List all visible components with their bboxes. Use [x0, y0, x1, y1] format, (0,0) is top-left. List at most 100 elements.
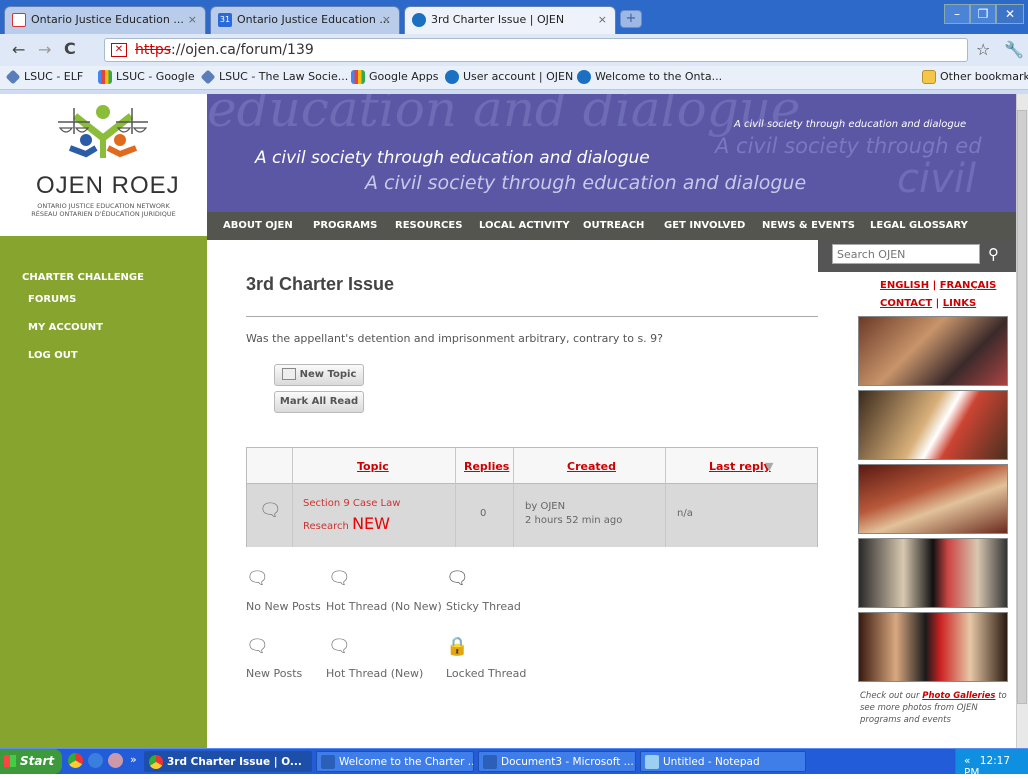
close-icon[interactable]: × [598, 13, 607, 26]
task-word-1[interactable]: Welcome to the Charter ... [316, 751, 474, 772]
tab-gmail[interactable]: Ontario Justice Education ... × [4, 6, 206, 34]
replies-count: 0 [480, 508, 487, 519]
chrome-icon [149, 755, 163, 769]
col-divider [455, 448, 456, 547]
links-link[interactable]: LINKS [943, 298, 976, 309]
site-search: ⚲ [818, 240, 1016, 272]
bookmark-lsuc-law-society[interactable]: LSUC - The Law Socie... [200, 69, 348, 85]
bookmark-user-account[interactable]: User account | OJEN [445, 70, 573, 84]
diamond-icon [5, 69, 21, 85]
nav-outreach[interactable]: OUTREACH [583, 220, 644, 231]
mark-all-read-button[interactable]: Mark All Read [274, 391, 364, 413]
english-link[interactable]: ENGLISH [880, 280, 929, 291]
insecure-lock-icon: ✕ [111, 43, 127, 57]
task-word-2[interactable]: Document3 - Microsoft ... [478, 751, 636, 772]
close-icon[interactable]: × [382, 13, 391, 26]
gallery-photo-3[interactable] [858, 464, 1008, 534]
org-name-en: ONTARIO JUSTICE EDUCATION NETWORK [37, 202, 170, 210]
close-window-button[interactable]: ✕ [996, 4, 1024, 24]
site-banner: education and dialogue A civil society t… [207, 94, 1016, 212]
windows-logo-icon [4, 755, 16, 767]
nav-get-involved[interactable]: GET INVOLVED [664, 220, 745, 231]
nav-about[interactable]: ABOUT OJEN [223, 220, 293, 231]
notepad-icon [645, 755, 659, 769]
col-created[interactable]: Created [567, 460, 616, 473]
task-notepad[interactable]: Untitled - Notepad [640, 751, 806, 772]
calendar-icon: 31 [218, 13, 232, 27]
banner-tagline: A civil society through education and di… [255, 148, 650, 168]
new-tab-button[interactable]: + [620, 10, 642, 28]
francais-link[interactable]: FRANÇAIS [940, 280, 997, 291]
col-topic[interactable]: Topic [357, 460, 389, 473]
gallery-photo-4[interactable] [858, 538, 1008, 608]
tray-expand-icon[interactable]: « [964, 755, 970, 767]
gmail-icon [12, 13, 26, 27]
reload-icon[interactable]: C [64, 39, 76, 58]
nav-legal-glossary[interactable]: LEGAL GLOSSARY [870, 220, 968, 231]
legend-new-posts: New Posts [246, 667, 303, 680]
forward-icon[interactable]: → [38, 40, 51, 59]
col-replies[interactable]: Replies [464, 460, 509, 473]
word-icon [483, 755, 497, 769]
tab-label: Ontario Justice Education ... [237, 13, 390, 26]
nav-local-activity[interactable]: LOCAL ACTIVITY [479, 220, 570, 231]
bookmark-welcome[interactable]: Welcome to the Onta... [577, 70, 722, 84]
contact-link[interactable]: CONTACT [880, 298, 932, 309]
ie-quicklaunch-icon[interactable] [88, 753, 103, 768]
sidebar-item-log-out[interactable]: LOG OUT [28, 350, 78, 361]
legend-locked-thread: Locked Thread [446, 667, 527, 680]
bookmark-lsuc-google[interactable]: LSUC - Google [98, 70, 195, 84]
justice-figures-icon [58, 105, 148, 158]
ojen-logo[interactable]: OJEN ROEJ ONTARIO JUSTICE EDUCATION NETW… [0, 94, 207, 236]
other-bookmarks[interactable]: Other bookmarks [922, 70, 1028, 84]
bookmark-google-apps[interactable]: Google Apps [351, 70, 439, 84]
legend-sticky-thread: Sticky Thread [446, 600, 521, 613]
sidebar-item-forums[interactable]: FORUMS [28, 294, 76, 305]
wrench-icon[interactable]: 🔧 [1004, 40, 1024, 59]
chrome-quicklaunch-icon[interactable] [68, 753, 83, 768]
gallery-photo-1[interactable] [858, 316, 1008, 386]
banner-tagline-2: A civil society through education and di… [365, 172, 807, 194]
divider [246, 316, 818, 317]
page-title: 3rd Charter Issue [246, 274, 395, 294]
banner-watermark-2: civil soc [897, 156, 977, 212]
close-icon[interactable]: × [188, 13, 197, 26]
sort-desc-icon[interactable]: ▼ [765, 460, 773, 473]
left-sidebar: CHARTER CHALLENGE FORUMS MY ACCOUNT LOG … [0, 236, 207, 748]
sidebar-item-my-account[interactable]: MY ACCOUNT [28, 322, 103, 333]
search-input[interactable] [832, 244, 980, 264]
task-chrome[interactable]: 3rd Charter Issue | O... [144, 751, 312, 772]
gallery-photo-2[interactable] [858, 390, 1008, 460]
legend-hot-thread: Hot Thread (No New) [326, 600, 442, 613]
hot-thread-icon: 🗨 [328, 568, 351, 589]
quicklaunch-expand-icon[interactable]: » [130, 753, 137, 766]
new-topic-button[interactable]: New Topic [274, 364, 364, 386]
minimize-button[interactable]: – [944, 4, 970, 24]
start-button[interactable]: Start [0, 749, 62, 774]
new-posts-icon: 🗨 [246, 636, 269, 657]
photo-galleries-link[interactable]: Photo Galleries [922, 691, 995, 701]
banner-tagline-ghost: A civil society through ed [715, 134, 982, 158]
address-bar[interactable]: ✕ https://ojen.ca/forum/139 [104, 38, 968, 62]
col-divider [665, 448, 666, 547]
nav-programs[interactable]: PROGRAMS [313, 220, 377, 231]
pencil-icon [281, 368, 296, 380]
topic-link[interactable]: Section 9 Case Law Research NEW [303, 494, 400, 537]
legend-hot-thread-new: Hot Thread (New) [326, 667, 424, 680]
search-icon[interactable]: ⚲ [988, 245, 999, 263]
org-name-fr: RÉSEAU ONTARIEN D'ÉDUCATION JURIDIQUE [31, 210, 176, 218]
tab-active[interactable]: 3rd Charter Issue | OJEN × [404, 6, 616, 34]
nav-news-events[interactable]: NEWS & EVENTS [762, 220, 855, 231]
tab-calendar[interactable]: 31 Ontario Justice Education ... × [210, 6, 400, 34]
system-tray: « 12:17 PM [955, 749, 1028, 779]
media-quicklaunch-icon[interactable] [108, 753, 123, 768]
back-icon[interactable]: ← [12, 40, 25, 59]
star-icon[interactable]: ☆ [976, 40, 990, 59]
gallery-photo-5[interactable] [858, 612, 1008, 682]
no-new-posts-icon: 🗨 [246, 568, 269, 589]
maximize-button[interactable]: ❐ [970, 4, 996, 24]
col-last-reply[interactable]: Last reply [709, 460, 771, 473]
scrollbar-thumb[interactable] [1017, 110, 1027, 704]
bookmark-lsuc-elf[interactable]: LSUC - ELF [5, 69, 83, 85]
nav-resources[interactable]: RESOURCES [395, 220, 462, 231]
